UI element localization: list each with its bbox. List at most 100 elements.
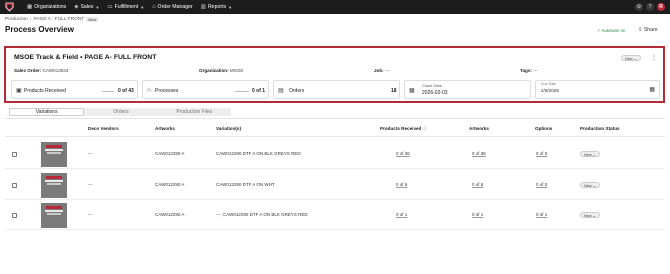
chart-icon: ▥ bbox=[200, 4, 206, 10]
status-text: New bbox=[584, 214, 592, 218]
options-cell[interactable]: 0 of 1 bbox=[536, 212, 547, 217]
nav-item-organizations[interactable]: ▦ Organizations bbox=[27, 4, 66, 10]
share-button[interactable]: ⇪ Share bbox=[638, 27, 658, 33]
products-received-label: Products Received bbox=[24, 88, 66, 94]
nav-item-fulfillment[interactable]: ▭ Fulfillment ▼ bbox=[107, 4, 144, 10]
thumbnail-graphic bbox=[45, 149, 63, 152]
production-status-badge[interactable]: New ⌄ bbox=[580, 182, 600, 188]
main-nav: ▦ Organizations ◈ Sales ▼ ▭ Fulfillment ▼ ⌂ Order… bbox=[19, 4, 232, 10]
more-options-icon[interactable]: ⋮ bbox=[651, 54, 657, 61]
col-artworks: Artworks bbox=[155, 126, 175, 131]
production-status-badge[interactable]: New ⌄ bbox=[580, 212, 600, 218]
thumbnail-graphic bbox=[45, 180, 63, 183]
orders-stat[interactable]: ▤ Orders 18 bbox=[273, 80, 400, 99]
deco-vendor-cell: --- bbox=[88, 151, 93, 156]
artworks-count-cell[interactable]: 0 of 6 bbox=[472, 182, 483, 187]
nav-item-label: Reports bbox=[207, 4, 227, 10]
job-label: Job: bbox=[374, 68, 384, 73]
production-status-badge[interactable]: New ⌄ bbox=[580, 151, 600, 157]
sales-order-label: Sales Order: bbox=[14, 68, 42, 73]
sales-order-value: CAW013543 bbox=[42, 68, 69, 73]
header-divider bbox=[5, 136, 665, 137]
orders-value: 18 bbox=[391, 88, 397, 94]
artworks-count-cell[interactable]: 0 of 1 bbox=[472, 212, 483, 217]
card-title: MSOE Track & Field • PAGE A- FULL FRONT bbox=[14, 54, 157, 61]
chevron-down-icon: ▼ bbox=[95, 4, 100, 10]
top-nav-bar: ▦ Organizations ◈ Sales ▼ ▭ Fulfillment ▼ ⌂ Order… bbox=[0, 0, 670, 14]
table-row[interactable]: --- CAW012290 A ---, CAW012290 DTF A ON BL… bbox=[5, 200, 665, 230]
calendar-icon[interactable]: ▦ bbox=[649, 86, 655, 93]
nav-item-order-manager[interactable]: ⌂ Order Manager bbox=[152, 4, 193, 10]
job-value: --- bbox=[384, 68, 390, 73]
nav-item-sales[interactable]: ◈ Sales ▼ bbox=[74, 4, 99, 10]
due-date-value: 2/9/2026 bbox=[541, 88, 559, 93]
thumbnail-graphic bbox=[47, 213, 61, 215]
options-cell[interactable]: 0 of 0 bbox=[536, 182, 547, 187]
products-received-cell[interactable]: 0 of 6 bbox=[396, 182, 407, 187]
orders-icon: ▤ bbox=[278, 88, 284, 94]
processes-stat[interactable]: ⌂ Processes 0 of 1 bbox=[142, 80, 269, 99]
artwork-thumbnail[interactable] bbox=[41, 173, 67, 198]
tags-label: Tags: bbox=[520, 68, 532, 73]
autosave-toggle[interactable]: ✓ Autosave on bbox=[597, 28, 625, 34]
deco-vendor-cell: --- bbox=[88, 212, 93, 217]
tab-production-files[interactable]: Production Files bbox=[158, 108, 231, 116]
options-cell[interactable]: 0 of 0 bbox=[536, 151, 547, 156]
col-products-received: Products Received ⓘ bbox=[380, 126, 427, 132]
thumbnail-graphic bbox=[46, 176, 62, 179]
thumbnail-graphic bbox=[46, 206, 62, 209]
status-text: New bbox=[584, 184, 592, 188]
tag-icon: ◈ bbox=[74, 4, 79, 10]
chevron-down-icon: ▼ bbox=[140, 4, 145, 10]
nav-item-label: Sales bbox=[80, 4, 94, 10]
table-row[interactable]: --- CAW012290 A CAW012290 DTF A ON BLK GRE… bbox=[5, 139, 665, 169]
tab-variations[interactable]: Variations bbox=[9, 108, 85, 116]
avatar[interactable]: R bbox=[657, 3, 665, 11]
tags-value: --- bbox=[533, 68, 538, 73]
info-icon[interactable]: ⓘ bbox=[423, 126, 428, 131]
process-summary-card: MSOE Track & Field • PAGE A- FULL FRONT … bbox=[4, 46, 665, 103]
products-received-cell[interactable]: 0 of 1 bbox=[396, 212, 407, 217]
table-row[interactable]: --- CAW012290 A CAW012290 DTF A ON WHT 0 of… bbox=[5, 170, 665, 200]
building-icon: ▦ bbox=[27, 4, 33, 10]
close-date-stat[interactable]: ▦ Close Date 2026-02-03 bbox=[404, 80, 531, 99]
status-badge[interactable]: New ⌄ bbox=[621, 55, 641, 61]
artworks-count-cell[interactable]: 0 of 36 bbox=[472, 151, 486, 156]
settings-icon[interactable]: ⚙ bbox=[635, 3, 643, 11]
shirt-icon: ⌂ bbox=[152, 4, 156, 10]
col-options: Options bbox=[535, 126, 553, 131]
box-icon: ▣ bbox=[16, 88, 22, 94]
row-checkbox[interactable] bbox=[12, 183, 17, 188]
close-date-value: 2026-02-03 bbox=[422, 90, 448, 96]
sales-order-field: Sales Order: CAW013543 bbox=[14, 68, 69, 73]
organization-field: Organization: MSOE bbox=[199, 68, 243, 73]
breadcrumb-parent-link[interactable]: Production bbox=[5, 17, 28, 22]
artwork-thumbnail[interactable] bbox=[41, 203, 67, 228]
col-variations: Variation(s) bbox=[216, 126, 242, 131]
row-checkbox[interactable] bbox=[12, 152, 17, 157]
row-checkbox[interactable] bbox=[12, 213, 17, 218]
col-artworks-count: Artworks bbox=[469, 126, 489, 131]
tab-bar: Variations Orders Production Files bbox=[9, 108, 231, 116]
artwork-cell: CAW012290 A bbox=[155, 182, 185, 187]
breadcrumb-new-badge: New bbox=[86, 17, 99, 22]
products-received-stat[interactable]: ▣ Products Received 0 of 43 bbox=[11, 80, 138, 99]
organization-label: Organization: bbox=[199, 68, 229, 73]
deco-vendor-cell: --- bbox=[88, 182, 93, 187]
help-icon[interactable]: ? bbox=[646, 3, 654, 11]
progress-dash bbox=[102, 90, 114, 91]
processes-label: Processes bbox=[155, 88, 179, 94]
products-received-cell[interactable]: 0 of 36 bbox=[396, 151, 410, 156]
col-production-status: Production Status bbox=[580, 126, 620, 131]
tab-divider bbox=[5, 118, 665, 119]
nav-item-reports[interactable]: ▥ Reports ▼ bbox=[201, 4, 232, 10]
due-date-input[interactable]: Due Date 2/9/2026 ▦ bbox=[535, 80, 660, 99]
breadcrumb-current: PAGE A - FULL FRONT bbox=[33, 17, 85, 22]
brand-logo-icon[interactable] bbox=[5, 2, 14, 12]
artwork-thumbnail[interactable] bbox=[41, 142, 67, 167]
artwork-cell: CAW012290 A bbox=[155, 212, 185, 217]
variation-cell: ---, CAW012290 DTF A ON BLK GREYS RED bbox=[216, 212, 308, 217]
thumbnail-graphic bbox=[47, 152, 61, 154]
artwork-cell: CAW012290 A bbox=[155, 151, 185, 156]
tab-orders[interactable]: Orders bbox=[84, 108, 157, 116]
